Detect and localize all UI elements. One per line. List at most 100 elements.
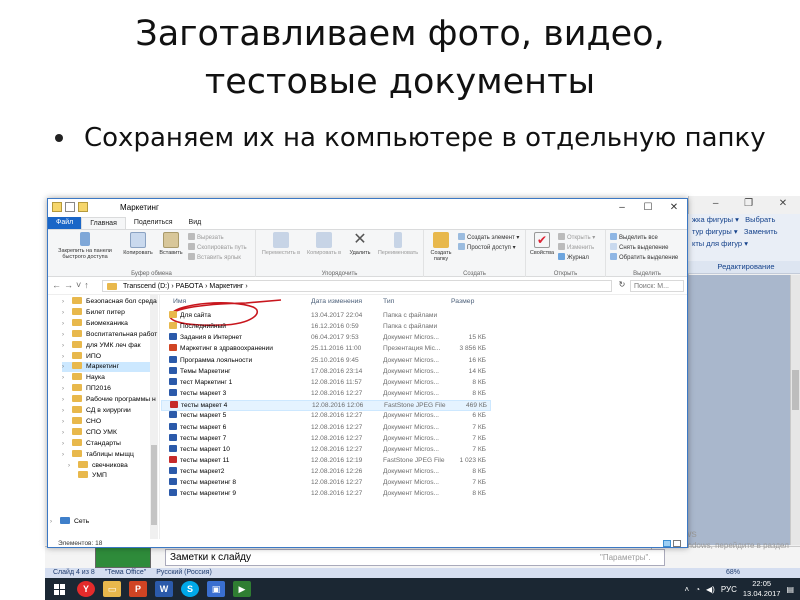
nav-item[interactable]: › Биомеханика	[62, 318, 150, 329]
file-row[interactable]: тесты маркет 7 12.08.2016 12:27 Документ M…	[161, 433, 491, 445]
nav-item[interactable]: › СНО	[62, 416, 150, 427]
copy-button[interactable]: Копировать	[120, 232, 156, 256]
nav-item[interactable]: › Безопасная бол среда	[62, 297, 157, 307]
tab-view[interactable]: Вид	[181, 217, 210, 229]
media-icon[interactable]: ▶	[233, 581, 251, 597]
yandex-browser-icon[interactable]: Y	[77, 581, 95, 597]
start-button[interactable]	[45, 578, 73, 600]
expand-chevron-icon[interactable]: ›	[50, 517, 60, 527]
invert-selection-button[interactable]: Обратить выделение	[610, 253, 678, 263]
volume-icon[interactable]: ◀)	[706, 585, 715, 594]
powerpoint-icon[interactable]: P	[129, 581, 147, 597]
word-icon[interactable]: W	[155, 581, 173, 597]
search-input[interactable]: Поиск: М...	[630, 280, 684, 292]
delete-button[interactable]: ✕ Удалить	[346, 232, 374, 257]
nav-item[interactable]: › Стандарты	[62, 438, 150, 449]
minimize-icon[interactable]: –	[609, 199, 635, 217]
column-size[interactable]: Размер	[451, 298, 474, 305]
clock[interactable]: 22:05 13.04.2017	[743, 579, 781, 599]
select-all-button[interactable]: Выделить все	[610, 233, 658, 243]
expand-chevron-icon[interactable]: ›	[62, 297, 72, 307]
address-bar[interactable]: Transcend (D:) › РАБОТА › Маркетинг ›	[102, 280, 612, 292]
skype-icon[interactable]: S	[181, 581, 199, 597]
ppt-scrollbar[interactable]	[790, 275, 800, 545]
file-row[interactable]: Задания в Интернет 06.04.2017 9:53 Докумен…	[161, 333, 491, 344]
open-button[interactable]: Открыть ▾	[558, 233, 595, 243]
nav-item[interactable]: УМП	[68, 471, 150, 481]
folder-row[interactable]: Для сайта 13.04.2017 22:04 Папка с файлами	[161, 311, 491, 322]
expand-chevron-icon[interactable]: ›	[62, 352, 72, 362]
file-row[interactable]: Программа лояльности 25.10.2016 9:45 Докум…	[161, 355, 491, 367]
tab-file[interactable]: Файл	[48, 217, 82, 229]
expand-chevron-icon[interactable]: ›	[62, 450, 72, 460]
nav-item[interactable]: › Маркетинг	[62, 362, 150, 373]
copy-path-button[interactable]: Скопировать путь	[188, 243, 247, 253]
refresh-icon[interactable]: ↻	[616, 280, 628, 292]
expand-chevron-icon[interactable]: ›	[62, 362, 72, 372]
file-row[interactable]: тесты маркет2 12.08.2016 12:26 Документ Mi…	[161, 467, 491, 478]
paste-shortcut-button[interactable]: Вставить ярлык	[188, 253, 241, 263]
close-icon[interactable]: ✕	[661, 199, 687, 217]
tray-arrow-icon[interactable]: ˄	[685, 585, 690, 594]
scroll-thumb[interactable]	[792, 370, 799, 410]
nav-item[interactable]: › Воспитательная работ	[62, 329, 157, 340]
column-date[interactable]: Дата изменения	[311, 298, 362, 305]
notification-icon[interactable]: ▤	[786, 585, 794, 594]
navigation-arrows[interactable]: ←→˅↑	[52, 280, 92, 290]
keyboard-language[interactable]: РУС	[721, 585, 737, 594]
large-icons-view-icon[interactable]	[673, 540, 681, 547]
file-row[interactable]: тесты маркет 5 12.08.2016 12:27 Документ M…	[161, 411, 491, 422]
close-icon[interactable]: ✕	[779, 198, 787, 212]
maximize-icon[interactable]: ☐	[635, 199, 661, 217]
tab-home[interactable]: Главная	[81, 217, 126, 229]
pin-quick-access-button[interactable]: Закрепить на панели быстрого доступа	[50, 232, 120, 260]
file-row[interactable]: тесты маркетинг 9 12.08.2016 12:27 Докумен…	[161, 489, 491, 500]
edit-button[interactable]: Изменить	[558, 243, 594, 253]
new-item-button[interactable]: Создать элемент ▾	[458, 233, 519, 243]
zoom-level[interactable]: 68%	[726, 568, 740, 578]
ppt-ribbon-effects[interactable]: кты для фигур ▾	[688, 238, 800, 250]
properties-icon[interactable]	[65, 202, 75, 212]
ppt-ribbon-fill[interactable]: жка фигуры ▾ Выбрать	[688, 214, 800, 226]
nav-item[interactable]: › ПП2016	[62, 384, 150, 394]
expand-chevron-icon[interactable]: ›	[62, 319, 72, 329]
file-row[interactable]: тесты маркет 3 12.08.2016 12:27 Документ M…	[161, 389, 491, 400]
copy-to-button[interactable]: Копировать в	[304, 232, 344, 256]
move-to-button[interactable]: Переместить в	[260, 232, 302, 256]
slide-thumbnail[interactable]	[95, 546, 151, 568]
minimize-icon[interactable]: –	[713, 198, 719, 212]
paste-button[interactable]: Вставить	[156, 232, 186, 256]
nav-item[interactable]: › таблицы мыщц	[62, 449, 150, 460]
file-row[interactable]: тесты маркет 6 12.08.2016 12:27 Документ M…	[161, 422, 491, 434]
expand-chevron-icon[interactable]: ›	[62, 395, 72, 405]
new-folder-icon[interactable]	[78, 202, 88, 212]
nav-item[interactable]: › ИПО	[62, 351, 150, 362]
file-row[interactable]: тест Маркетинг 1 12.08.2016 11:57 Документ…	[161, 377, 491, 389]
file-row[interactable]: тесты маркет 4 12.08.2016 12:06 FastStone …	[161, 400, 491, 411]
new-folder-button[interactable]: Создать папку	[426, 232, 456, 262]
network-icon[interactable]: ◔	[695, 585, 700, 594]
nav-item[interactable]: › для УМК леч фак	[62, 340, 150, 351]
expand-chevron-icon[interactable]: ›	[62, 406, 72, 416]
properties-button[interactable]: ✔ Свойства	[528, 232, 556, 256]
nav-item[interactable]: › Рабочие программы н	[62, 395, 156, 405]
notes-input[interactable]: Заметки к слайду	[165, 549, 665, 566]
expand-chevron-icon[interactable]: ›	[68, 461, 78, 471]
expand-chevron-icon[interactable]: ›	[62, 373, 72, 383]
tab-share[interactable]: Поделиться	[126, 217, 181, 229]
nav-item[interactable]: › Билет питер	[62, 307, 150, 318]
restore-icon[interactable]: ❐	[744, 198, 753, 212]
folder-row[interactable]: Последнийный 16.12.2016 0:59 Папка с файла…	[161, 322, 491, 333]
expand-chevron-icon[interactable]: ›	[62, 439, 72, 449]
nav-item[interactable]: › Сеть	[50, 517, 138, 527]
easy-access-button[interactable]: Простой доступ ▾	[458, 243, 516, 253]
file-row[interactable]: тесты маркет 11 12.08.2016 12:19 FastStone…	[161, 455, 491, 467]
nav-item[interactable]: › Наука	[62, 373, 150, 383]
history-button[interactable]: Журнал	[558, 253, 589, 263]
nav-item[interactable]: › свечникова	[68, 460, 150, 471]
ppt-ribbon-outline[interactable]: тур фигуры ▾ Заменить	[688, 226, 800, 238]
scroll-thumb[interactable]	[151, 445, 157, 525]
file-row[interactable]: тесты маркетинг 8 12.08.2016 12:27 Докумен…	[161, 478, 491, 489]
nav-item[interactable]: › СПО УМК	[62, 427, 150, 438]
expand-chevron-icon[interactable]: ›	[62, 330, 72, 340]
